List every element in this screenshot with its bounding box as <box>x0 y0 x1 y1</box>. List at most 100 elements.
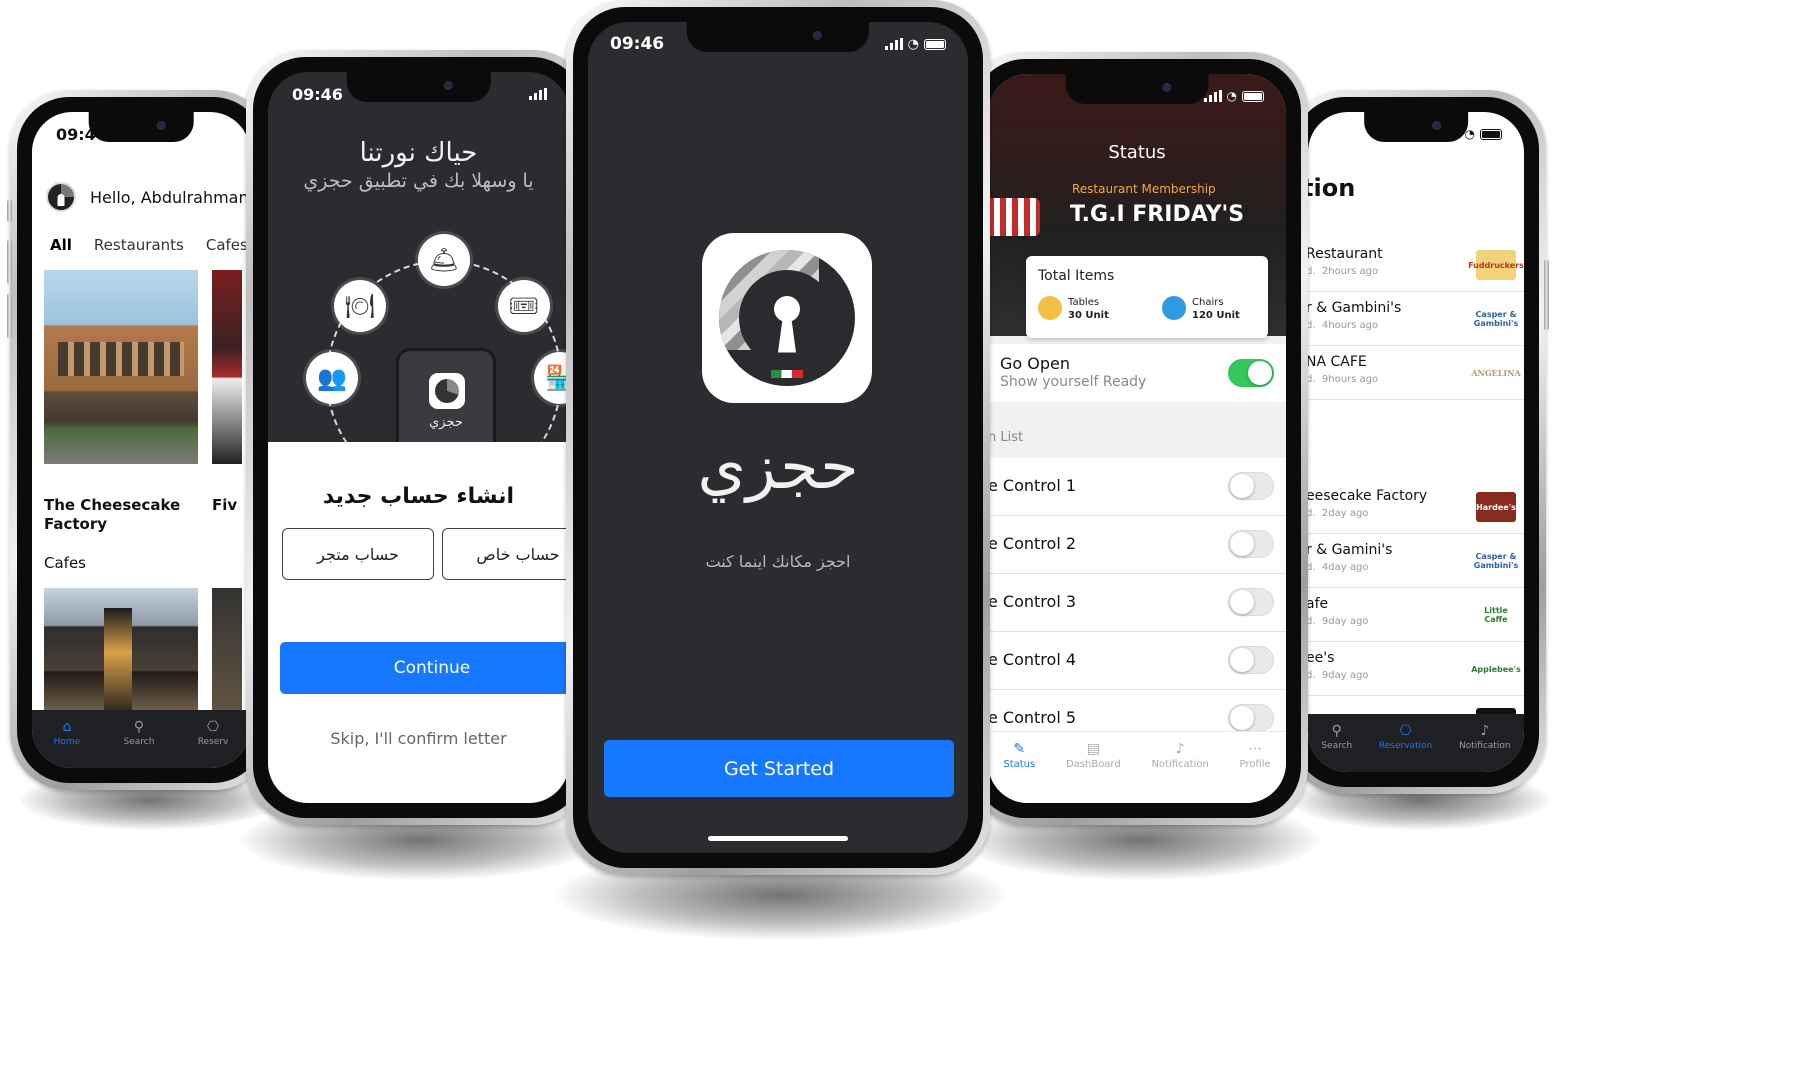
tables-value: 30 Unit <box>1068 310 1109 321</box>
tab-label: Notification <box>1459 741 1511 751</box>
tab-all[interactable]: All <box>50 236 72 254</box>
reservation-row[interactable]: r & Gamini's d. 4day ago Casper & Gambin… <box>1308 534 1524 588</box>
welcome-title: حياك نورتنا <box>359 138 478 168</box>
reservation-row[interactable]: r & Gambini's d. 4hours ago Casper & Gam… <box>1308 292 1524 346</box>
tables-dot <box>1038 296 1062 320</box>
battery-icon <box>1242 90 1264 102</box>
go-open-toggle[interactable] <box>1228 359 1274 387</box>
page-title: Status <box>1108 142 1166 163</box>
control-label: e Control 5 <box>988 708 1077 727</box>
private-account-button[interactable]: حساب خاص <box>442 528 569 580</box>
bezel: 09:46 ◔ حجزي احجز مكانك اينما كنت Get St… <box>573 7 983 868</box>
tab-notification[interactable]: ♪ Notification <box>1459 724 1511 751</box>
home-indicator <box>708 836 848 841</box>
camera <box>812 31 822 40</box>
tab-cafes[interactable]: Cafes <box>206 236 248 254</box>
signal-icon <box>529 88 547 100</box>
tab-label: Reserv <box>197 737 229 747</box>
restaurant-photo[interactable] <box>212 270 242 464</box>
greeting-row: Hello, Abdulrahman <box>46 182 249 212</box>
tab-profile[interactable]: ⋯ Profile <box>1240 742 1271 770</box>
control-label: e Control 2 <box>988 534 1077 553</box>
tab-search[interactable]: ⚲ Search <box>1321 724 1352 751</box>
notch <box>1065 74 1209 104</box>
camera <box>157 121 167 130</box>
phone-home: 09:46 Hello, Abdulrahman All Restaurants… <box>7 90 272 790</box>
restaurant-photo[interactable] <box>44 270 198 464</box>
tab-label: Home <box>53 737 81 747</box>
continue-button[interactable]: Continue <box>280 642 569 694</box>
phone-illustration-label: حجزي <box>429 415 463 430</box>
brand-logo <box>988 198 1040 236</box>
get-started-button[interactable]: Get Started <box>604 740 954 797</box>
home-icon: ⌂ <box>62 719 72 735</box>
reservation-time: d. 9day ago <box>1308 670 1369 681</box>
control-toggle[interactable] <box>1228 530 1274 558</box>
keyhole-emblem <box>719 250 855 386</box>
reservation-row[interactable]: afe d. 9day ago Little Caffe <box>1308 588 1524 642</box>
pencil-icon: ✎ <box>1013 741 1026 757</box>
control-label: e Control 3 <box>988 592 1077 611</box>
go-open-row: Go Open Show yourself Ready <box>988 344 1286 402</box>
welcome-subtitle: يا وسهلا بك في تطبيق حجزي <box>303 170 534 192</box>
battery-icon <box>924 38 946 50</box>
status-time: 09:46 <box>610 34 665 54</box>
merchant-account-button[interactable]: حساب متجر <box>282 528 434 580</box>
restaurant-name: eesecake Factory <box>1308 488 1428 504</box>
tab-home[interactable]: ⌂ Home <box>54 720 81 747</box>
brand-name: T.G.I FRIDAY'S <box>1070 202 1245 227</box>
tab-reservation[interactable]: ⎔ Reserv <box>198 720 229 747</box>
skip-link[interactable]: Skip, I'll confirm letter <box>268 729 569 748</box>
reservation-row[interactable]: Restaurant d. 2hours ago Fuddruckers <box>1308 238 1524 292</box>
reservation-time: d. 2hours ago <box>1308 266 1379 277</box>
phone-onboarding: 09:46 حياك نورتنا يا وسهلا بك في تطبيق ح… <box>246 50 591 825</box>
control-toggle[interactable] <box>1228 646 1274 674</box>
reservation-time: d. 4day ago <box>1308 562 1369 573</box>
status-icons: ◔ <box>884 37 946 52</box>
control-label: e Control 4 <box>988 650 1077 669</box>
bezel: 09:46 Hello, Abdulrahman All Restaurants… <box>17 97 265 783</box>
signal-icon <box>884 38 903 50</box>
bookmark-icon: ⎔ <box>206 719 220 735</box>
tab-dashboard[interactable]: ▤ DashBoard <box>1066 742 1121 770</box>
notch <box>88 112 194 142</box>
notch <box>1364 112 1468 142</box>
ticket-icon: 🎟 <box>498 280 550 332</box>
tab-reservation[interactable]: ⎔ Reservation <box>1379 724 1432 751</box>
reservation-row[interactable]: ee's d. 9day ago Applebee's <box>1308 642 1524 696</box>
control-toggle[interactable] <box>1228 472 1274 500</box>
meeting-icon: 👥 <box>306 352 358 404</box>
avatar[interactable] <box>46 182 76 212</box>
page-title: tion <box>1308 174 1356 202</box>
phone-reservation: ◔ tion Restaurant d. 2hours ago Fuddruck… <box>1286 90 1549 794</box>
reservation-row[interactable]: eesecake Factory d. 2day ago Hardee's <box>1308 480 1524 534</box>
category-tabs: All Restaurants Cafes <box>50 236 248 254</box>
restaurant-name: r & Gamini's <box>1308 542 1393 558</box>
tab-status[interactable]: ✎ Status <box>1003 742 1035 770</box>
go-open-subtitle: Show yourself Ready <box>1000 374 1147 390</box>
reservation-row[interactable]: NA CAFE d. 9hours ago ANGELINA <box>1308 346 1524 400</box>
more-icon: ⋯ <box>1248 741 1263 757</box>
restaurant-name: ee's <box>1308 650 1335 666</box>
cloche-icon: 🛎 <box>418 234 470 286</box>
chat-icon: ▤ <box>1086 741 1100 757</box>
tab-restaurants[interactable]: Restaurants <box>94 236 184 254</box>
restaurant-name[interactable]: Fiv <box>212 496 237 514</box>
silent-switch <box>7 200 12 222</box>
tab-notification[interactable]: ♪ Notification <box>1151 742 1208 770</box>
tab-bar: ⌂ Home ⚲ Search ⎔ Reserv <box>32 710 250 768</box>
membership-label: Restaurant Membership <box>1072 182 1216 196</box>
restaurant-logo: Casper & Gambini's <box>1473 310 1519 328</box>
control-toggle[interactable] <box>1228 704 1274 732</box>
control-toggle[interactable] <box>1228 588 1274 616</box>
list-item: e Control 3 <box>988 574 1286 632</box>
tab-search[interactable]: ⚲ Search <box>124 720 155 747</box>
search-icon: ⚲ <box>1331 723 1342 739</box>
bezel: 09:46 حياك نورتنا يا وسهلا بك في تطبيق ح… <box>253 57 584 818</box>
tab-label: Reservation <box>1378 741 1433 751</box>
restaurant-name[interactable]: The Cheesecake Factory <box>44 496 194 534</box>
tab-bar: ⚲ Search ⎔ Reservation ♪ Notification <box>1308 714 1524 772</box>
reservation-time: d. 4hours ago <box>1308 320 1379 331</box>
reservation-time: d. 9hours ago <box>1308 374 1379 385</box>
battery-icon <box>1480 128 1502 140</box>
